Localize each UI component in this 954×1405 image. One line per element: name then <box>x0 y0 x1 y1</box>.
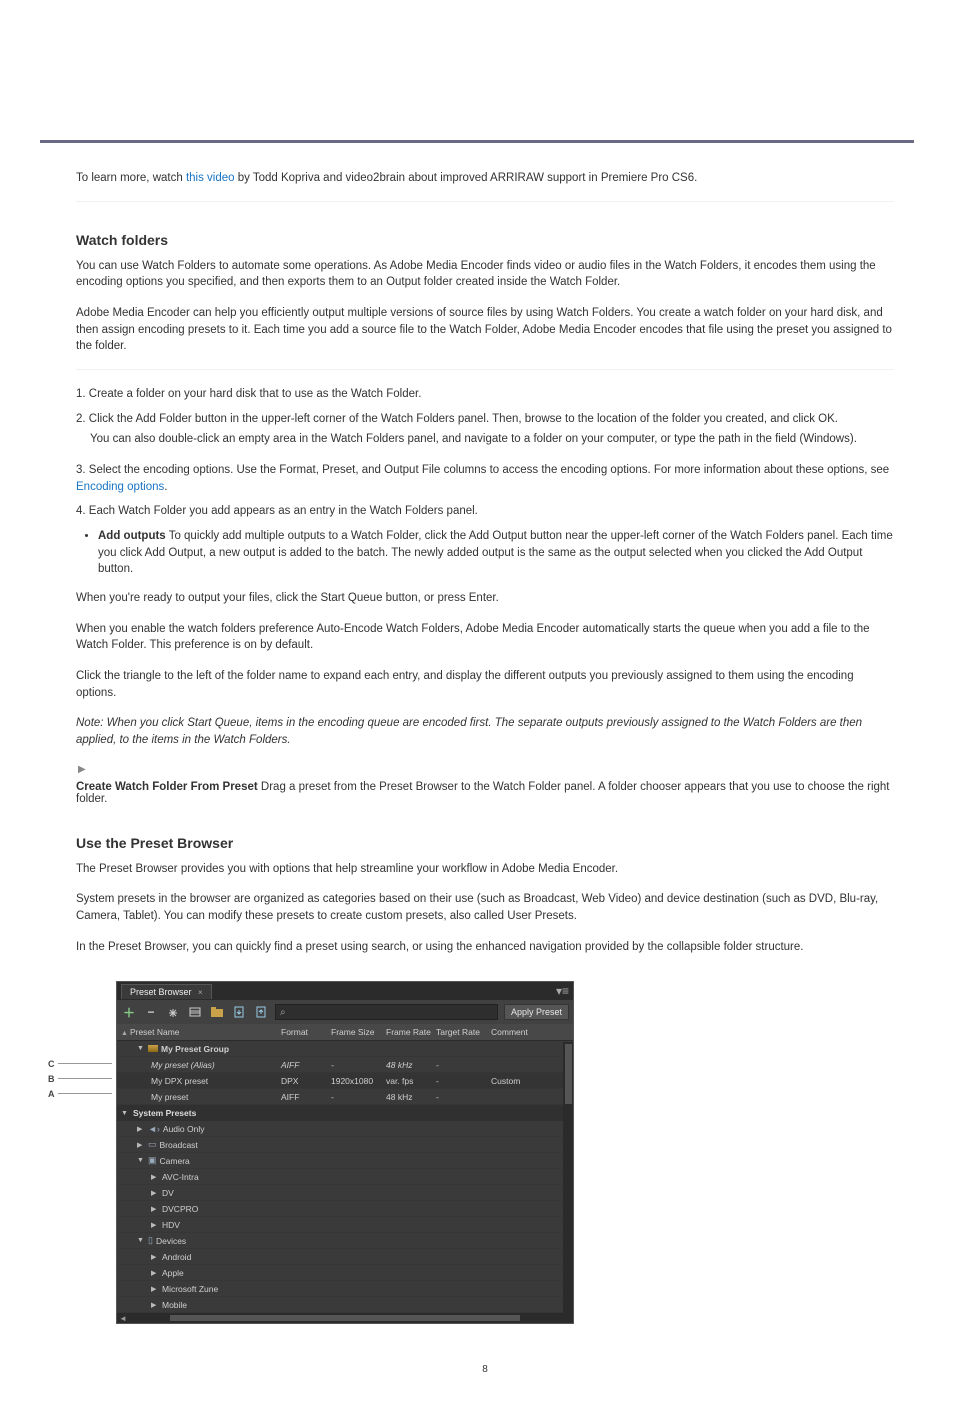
new-group-icon[interactable] <box>209 1004 225 1020</box>
panel-titlebar: Preset Browser × ▾≡ <box>117 982 573 1000</box>
settings-icon[interactable] <box>187 1004 203 1020</box>
preset-group-row[interactable]: My Preset Group <box>117 1041 573 1057</box>
list-item[interactable]: DV <box>117 1185 573 1201</box>
step2a-text: Click the Add Folder button in the upper… <box>89 413 838 425</box>
preset-browser-figure: D E F G H I J C B A <box>76 981 572 1324</box>
panel-tab[interactable]: Preset Browser × <box>121 984 212 999</box>
callout-B: B <box>48 1074 55 1084</box>
wf-expand: Click the triangle to the left of the fo… <box>76 668 894 701</box>
step2b-text: You can also double-click an empty area … <box>90 433 857 445</box>
list-item[interactable]: ▣Camera <box>117 1153 573 1169</box>
step1-text: Create a folder on your hard disk that t… <box>89 388 422 400</box>
preset-list: My Preset Group My preset (Alias) AIFF -… <box>117 1041 573 1313</box>
pb-p3: In the Preset Browser, you can quickly f… <box>76 939 894 956</box>
preset-alias-row[interactable]: My preset (Alias) AIFF - 48 kHz - <box>117 1057 573 1073</box>
wf-autoqueue: When you enable the watch folders prefer… <box>76 621 894 654</box>
preset-row[interactable]: My preset AIFF - 48 kHz - <box>117 1089 573 1105</box>
options-icon[interactable] <box>165 1004 181 1020</box>
folder-icon <box>148 1045 158 1052</box>
step3-text: Select the encoding options. Use the For… <box>89 464 889 476</box>
import-icon[interactable] <box>231 1004 247 1020</box>
list-item[interactable]: ◄›Audio Only <box>117 1121 573 1137</box>
add-preset-icon[interactable]: ＋ <box>121 1004 137 1020</box>
step4-num: 4. <box>76 505 89 517</box>
list-item[interactable]: HDV <box>117 1217 573 1233</box>
step2-num: 2. <box>76 413 89 425</box>
list-item[interactable]: ▭Broadcast <box>117 1137 573 1153</box>
list-item[interactable]: Android <box>117 1249 573 1265</box>
callout-A: A <box>48 1089 55 1099</box>
wf-p1: You can use Watch Folders to automate so… <box>76 258 894 291</box>
panel-menu-icon[interactable]: ▾≡ <box>556 984 569 998</box>
encoding-options-link[interactable]: Encoding options <box>76 481 164 493</box>
step4-text: Each Watch Folder you add appears as an … <box>89 505 478 517</box>
close-x-icon[interactable]: × <box>198 988 203 997</box>
wf-note: Note: When you click Start Queue, items … <box>76 715 894 748</box>
vertical-scrollbar[interactable] <box>563 1042 573 1313</box>
watchfolders-heading: Watch folders <box>76 232 894 248</box>
category-icon: ▭ <box>148 1139 157 1150</box>
page-number: 8 <box>76 1364 894 1375</box>
tip-arrow-icon <box>76 763 90 777</box>
category-icon: ▯ <box>148 1235 153 1246</box>
preset-row[interactable]: My DPX preset DPX 1920x1080 var. fps - C… <box>117 1073 573 1089</box>
video-link[interactable]: this video <box>186 172 235 184</box>
wf-ready: When you're ready to output your files, … <box>76 590 894 607</box>
intro-para: To learn more, watch this video by Todd … <box>76 170 894 187</box>
callout-C: C <box>48 1059 55 1069</box>
search-input[interactable]: ⌕ <box>275 1004 498 1020</box>
search-icon: ⌕ <box>280 1007 286 1018</box>
list-item[interactable]: AVC-Intra <box>117 1169 573 1185</box>
pb-p1: The Preset Browser provides you with opt… <box>76 861 894 878</box>
list-item[interactable]: DVCPRO <box>117 1201 573 1217</box>
wf-tip: Create Watch Folder From Preset Drag a p… <box>76 781 894 805</box>
step1-num: 1. <box>76 388 89 400</box>
category-icon: ◄› <box>148 1124 160 1134</box>
list-item[interactable]: ▯Devices <box>117 1233 573 1249</box>
step3-num: 3. <box>76 464 89 476</box>
pb-p2: System presets in the browser are organi… <box>76 891 894 924</box>
list-item[interactable]: Microsoft Zune <box>117 1281 573 1297</box>
apply-preset-button[interactable]: Apply Preset <box>504 1004 569 1020</box>
system-presets-header[interactable]: System Presets <box>117 1105 573 1121</box>
list-item[interactable]: Apple <box>117 1265 573 1281</box>
list-item[interactable]: Mobile <box>117 1297 573 1313</box>
presetbrowser-heading: Use the Preset Browser <box>76 835 894 851</box>
wf-p2: Adobe Media Encoder can help you efficie… <box>76 305 894 355</box>
export-icon[interactable] <box>253 1004 269 1020</box>
category-icon: ▣ <box>148 1155 157 1166</box>
panel-toolbar: ＋ − <box>117 1000 573 1024</box>
horizontal-scrollbar[interactable]: ◄ ► <box>117 1313 573 1323</box>
column-headers[interactable]: Preset Name Format Frame Size Frame Rate… <box>117 1024 573 1041</box>
wf-add-outputs: Add outputs To quickly add multiple outp… <box>98 528 894 578</box>
remove-preset-icon[interactable]: − <box>143 1004 159 1020</box>
preset-browser-panel: Preset Browser × ▾≡ ＋ − <box>116 981 574 1324</box>
